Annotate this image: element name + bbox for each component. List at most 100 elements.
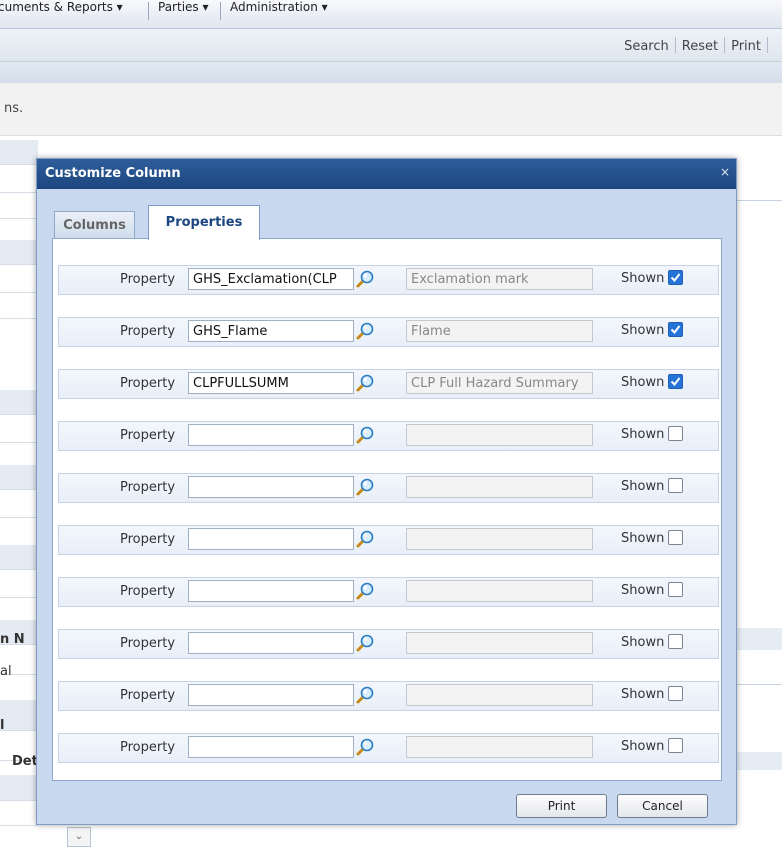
property-label: Property bbox=[120, 480, 176, 495]
magnifier-search-icon[interactable] bbox=[355, 581, 375, 601]
menu-administration[interactable]: Administration ▾ bbox=[230, 0, 328, 14]
app-section-strip bbox=[0, 62, 782, 82]
info-text: ns. bbox=[4, 101, 24, 116]
magnifier-search-icon[interactable] bbox=[355, 737, 375, 757]
bg-fragment-heading: n N bbox=[0, 632, 25, 647]
shown-label: Shown bbox=[621, 583, 665, 598]
reset-link[interactable]: Reset bbox=[682, 39, 718, 54]
shown-checkbox[interactable] bbox=[668, 634, 683, 649]
property-input[interactable] bbox=[188, 580, 354, 602]
property-input[interactable]: GHS_Flame bbox=[188, 320, 354, 342]
toolbar-divider bbox=[767, 37, 768, 53]
app-toolbar: Search Reset Print bbox=[0, 29, 782, 62]
side-row bbox=[0, 292, 38, 319]
tab-properties[interactable]: Properties bbox=[148, 205, 260, 240]
shown-checkbox[interactable] bbox=[668, 322, 683, 337]
shown-checkbox[interactable] bbox=[668, 426, 683, 441]
property-label: Property bbox=[120, 636, 176, 651]
checkmark-icon bbox=[670, 325, 681, 335]
shown-checkbox[interactable] bbox=[668, 686, 683, 701]
property-label: Property bbox=[120, 376, 176, 391]
property-input[interactable] bbox=[188, 424, 354, 446]
shown-checkbox[interactable] bbox=[668, 478, 683, 493]
magnifier-search-icon[interactable] bbox=[355, 633, 375, 653]
property-row: Property Shown bbox=[58, 733, 719, 763]
shown-checkbox[interactable] bbox=[668, 374, 683, 389]
property-row: Property Shown bbox=[58, 421, 719, 451]
bg-section-header bbox=[735, 628, 782, 650]
checkmark-icon bbox=[670, 273, 681, 283]
property-description: CLP Full Hazard Summary bbox=[406, 372, 593, 394]
menu-documents-reports[interactable]: cuments & Reports ▾ bbox=[0, 0, 123, 14]
property-description bbox=[406, 736, 593, 758]
property-description bbox=[406, 528, 593, 550]
magnifier-search-icon[interactable] bbox=[355, 269, 375, 289]
property-input[interactable] bbox=[188, 736, 354, 758]
toolbar-links: Search Reset Print bbox=[624, 37, 774, 54]
bg-divider bbox=[735, 200, 782, 201]
side-row bbox=[0, 240, 38, 265]
property-input[interactable]: GHS_Exclamation(CLP bbox=[188, 268, 354, 290]
bg-dropdown[interactable]: ⌄ bbox=[67, 827, 91, 847]
property-input[interactable] bbox=[188, 528, 354, 550]
side-row bbox=[0, 140, 38, 165]
tab-columns[interactable]: Columns bbox=[54, 211, 135, 239]
shown-checkbox[interactable] bbox=[668, 582, 683, 597]
shown-checkbox[interactable] bbox=[668, 738, 683, 753]
shown-label: Shown bbox=[621, 323, 665, 338]
magnifier-search-icon[interactable] bbox=[355, 373, 375, 393]
property-row: Property Shown bbox=[58, 525, 719, 555]
property-description bbox=[406, 684, 593, 706]
property-label: Property bbox=[120, 272, 176, 287]
shown-label: Shown bbox=[621, 375, 665, 390]
bg-section-header bbox=[735, 752, 782, 770]
search-link[interactable]: Search bbox=[624, 39, 669, 54]
dialog-title: Customize Column bbox=[45, 166, 181, 181]
app-side-panel bbox=[0, 140, 38, 830]
side-row bbox=[0, 390, 38, 415]
cancel-button[interactable]: Cancel bbox=[617, 794, 708, 818]
magnifier-search-icon[interactable] bbox=[355, 529, 375, 549]
bg-divider bbox=[735, 684, 782, 685]
toolbar-divider bbox=[724, 37, 726, 53]
side-row bbox=[0, 164, 38, 193]
magnifier-search-icon[interactable] bbox=[355, 685, 375, 705]
shown-checkbox[interactable] bbox=[668, 530, 683, 545]
property-description: Flame bbox=[406, 320, 593, 342]
shown-checkbox[interactable] bbox=[668, 270, 683, 285]
magnifier-search-icon[interactable] bbox=[355, 321, 375, 341]
bg-fragment-text: al bbox=[0, 664, 12, 679]
property-input[interactable] bbox=[188, 684, 354, 706]
property-input[interactable]: CLPFULLSUMM bbox=[188, 372, 354, 394]
print-link[interactable]: Print bbox=[731, 39, 761, 54]
menu-documents-reports-label: cuments & Reports bbox=[0, 0, 113, 14]
property-input[interactable] bbox=[188, 632, 354, 654]
bg-fragment-heading: Det bbox=[12, 754, 38, 769]
bg-fragment-heading: l bbox=[0, 718, 5, 733]
side-row bbox=[0, 414, 38, 443]
chevron-down-icon: ⌄ bbox=[74, 831, 84, 842]
property-label: Property bbox=[120, 428, 176, 443]
magnifier-search-icon[interactable] bbox=[355, 425, 375, 445]
magnifier-search-icon[interactable] bbox=[355, 477, 375, 497]
property-input[interactable] bbox=[188, 476, 354, 498]
property-description bbox=[406, 632, 593, 654]
property-description: Exclamation mark bbox=[406, 268, 593, 290]
print-button[interactable]: Print bbox=[516, 794, 607, 818]
shown-label: Shown bbox=[621, 687, 665, 702]
customize-column-dialog: Customize Column × Columns Properties Pr… bbox=[36, 158, 737, 825]
side-row bbox=[0, 192, 38, 219]
property-row: Property CLPFULLSUMM CLP Full Hazard Sum… bbox=[58, 369, 719, 399]
menu-administration-label: Administration bbox=[230, 0, 318, 14]
property-label: Property bbox=[120, 688, 176, 703]
property-label: Property bbox=[120, 740, 176, 755]
close-icon[interactable]: × bbox=[720, 165, 730, 179]
side-row bbox=[0, 264, 38, 293]
property-row: Property Shown bbox=[58, 681, 719, 711]
side-row bbox=[0, 545, 38, 570]
menu-parties[interactable]: Parties ▾ bbox=[158, 0, 209, 14]
shown-label: Shown bbox=[621, 531, 665, 546]
property-description bbox=[406, 476, 593, 498]
shown-label: Shown bbox=[621, 739, 665, 754]
side-row bbox=[0, 489, 38, 518]
